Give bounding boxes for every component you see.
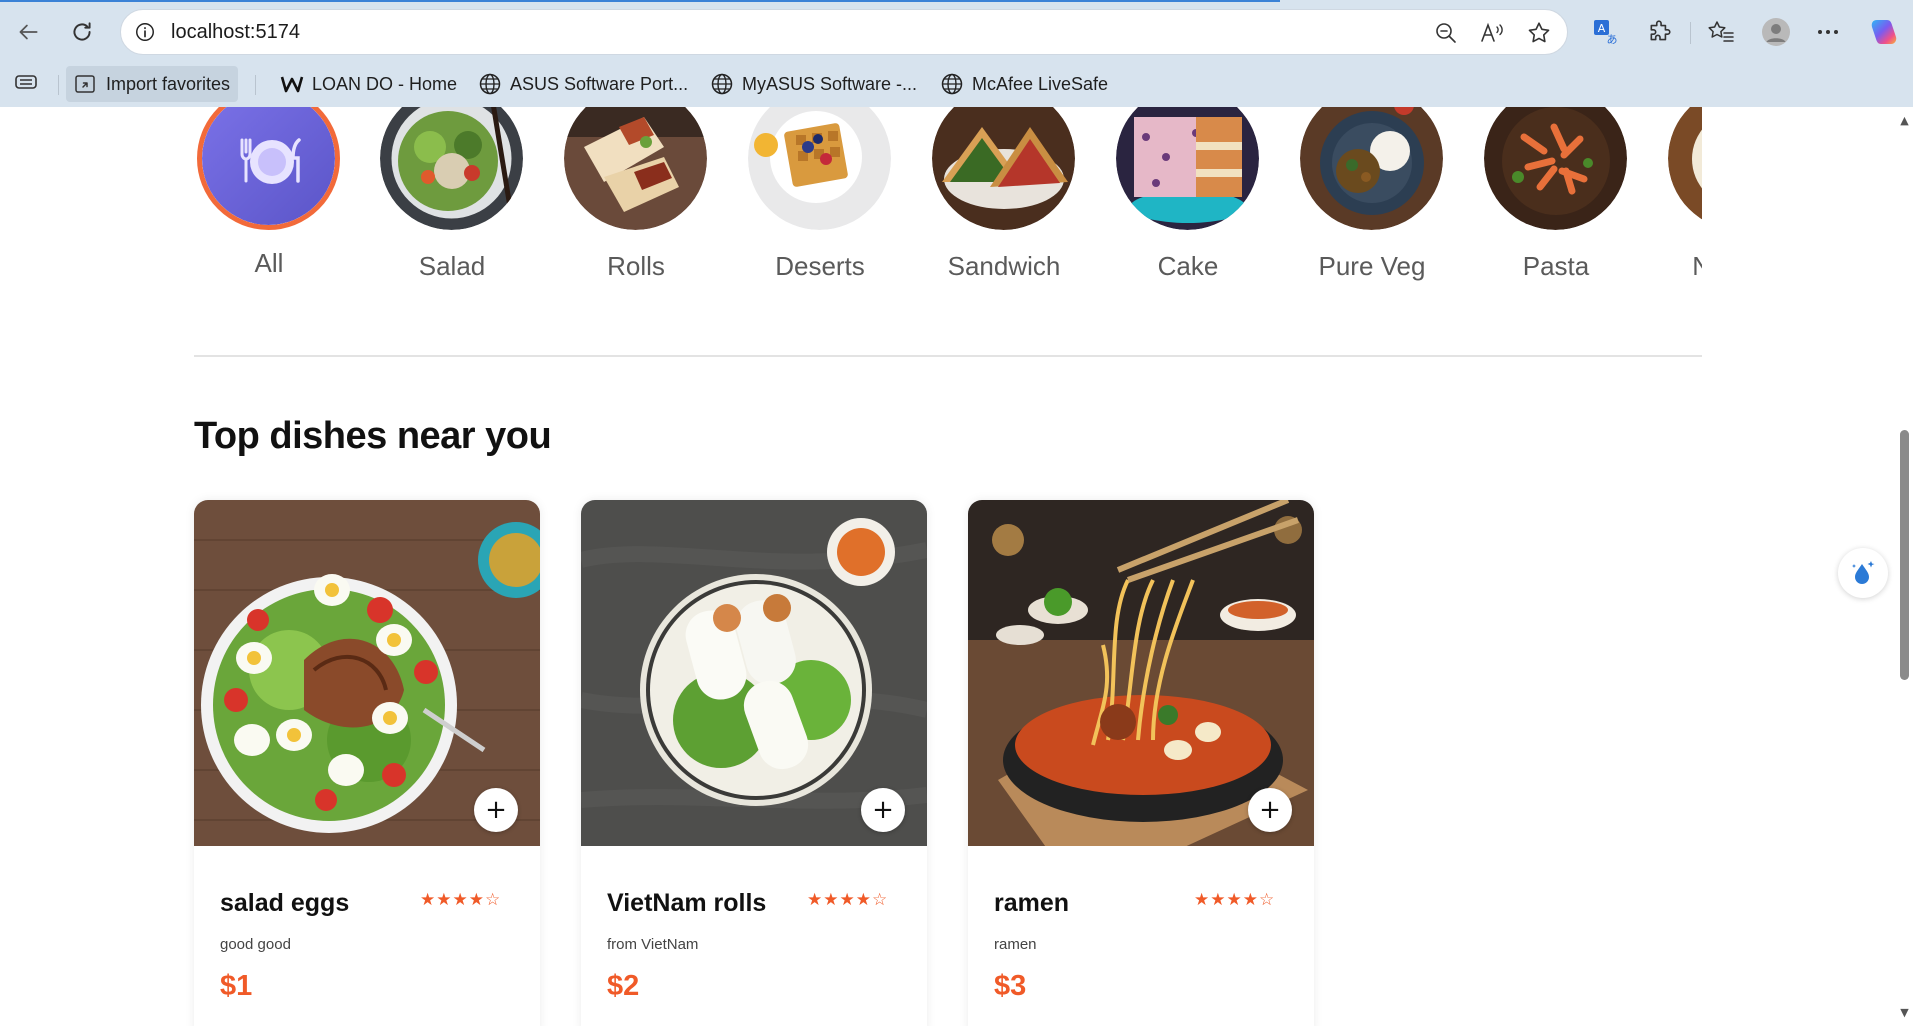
menu-label: Cake	[1157, 251, 1219, 281]
menu-label: Pure Veg	[1318, 251, 1426, 281]
reload-icon	[73, 22, 91, 41]
menu-label: Sandwich	[947, 251, 1061, 281]
favorite-star-icon[interactable]	[1526, 20, 1552, 46]
rating-stars-icon: ★★★★☆	[420, 890, 502, 910]
extensions-icon[interactable]	[1644, 16, 1676, 48]
copilot-icon[interactable]	[1868, 16, 1900, 48]
add-to-cart-button[interactable]: +	[1248, 788, 1292, 832]
food-description: ramen	[994, 936, 1037, 953]
favbar-separator	[255, 75, 256, 95]
reload-button[interactable]	[64, 14, 100, 50]
menu-image-all	[197, 107, 340, 230]
scrollbar-thumb[interactable]	[1900, 430, 1909, 680]
sandwich-image	[932, 107, 1075, 230]
sparkle-drop-icon	[1852, 561, 1875, 584]
sidebar-assistant-button[interactable]	[1838, 548, 1888, 598]
menu-label: Noodles	[1692, 251, 1702, 281]
noodles-image	[1668, 107, 1702, 230]
menu-label: Pasta	[1522, 251, 1590, 281]
fav-mcafee-livesafe[interactable]: McAfee LiveSafe	[932, 66, 1116, 102]
section-title: Top dishes near you	[194, 415, 552, 457]
food-description: good good	[220, 936, 291, 953]
food-card[interactable]: + ramen ★★★★☆ ramen $3	[968, 500, 1314, 1026]
svg-text:A: A	[1598, 22, 1606, 35]
more-options-icon[interactable]	[1812, 16, 1844, 48]
address-bar[interactable]: localhost:5174	[120, 9, 1568, 55]
rating-stars-icon: ★★★★☆	[807, 890, 889, 910]
add-to-cart-button[interactable]: +	[474, 788, 518, 832]
explore-menu-list: All Salad Rolls Deserts Sandwich Cake Pu…	[194, 107, 1702, 307]
import-favorites-icon	[75, 75, 95, 93]
food-price: $2	[607, 970, 640, 1002]
fav-label: ASUS Software Port...	[510, 73, 689, 94]
menu-label: All	[254, 248, 284, 278]
food-card[interactable]: + salad eggs ★★★★☆ good good $1	[194, 500, 540, 1026]
pure-veg-image	[1300, 107, 1443, 230]
cake-image	[1116, 107, 1259, 230]
scroll-down-arrow-icon[interactable]: ▼	[1899, 1007, 1910, 1018]
url-text[interactable]: localhost:5174	[171, 21, 300, 44]
globe-icon	[941, 73, 963, 95]
tab-actions-icon[interactable]	[10, 66, 42, 98]
rolls-image	[564, 107, 707, 230]
globe-icon	[479, 73, 501, 95]
zoom-out-icon[interactable]	[1433, 20, 1459, 46]
w-logo-icon	[280, 76, 304, 93]
scroll-up-arrow-icon[interactable]: ▲	[1899, 115, 1910, 126]
food-price: $3	[994, 970, 1027, 1002]
add-to-cart-button[interactable]: +	[861, 788, 905, 832]
browser-toolbar: localhost:5174 Aあ	[0, 0, 1913, 64]
menu-label: Salad	[418, 251, 486, 281]
fav-label: MyASUS Software -...	[742, 73, 918, 94]
page-viewport: All Salad Rolls Deserts Sandwich Cake Pu…	[0, 107, 1913, 1026]
back-button[interactable]	[10, 14, 46, 50]
translate-icon[interactable]: Aあ	[1590, 16, 1622, 48]
fav-label: McAfee LiveSafe	[972, 73, 1109, 94]
profile-avatar-icon[interactable]	[1760, 16, 1792, 48]
food-price: $1	[220, 970, 253, 1002]
fav-import-favorites[interactable]: Import favorites	[66, 66, 239, 102]
food-card[interactable]: + VietNam rolls ★★★★☆ from VietNam $2	[581, 500, 927, 1026]
pasta-image	[1484, 107, 1627, 230]
fav-myasus-software[interactable]: MyASUS Software -...	[702, 66, 925, 102]
favorites-bar: Import favorites LOAN DO - Home ASUS Sof…	[0, 64, 1913, 107]
salad-image	[380, 107, 523, 230]
toolbar-separator	[1690, 22, 1691, 44]
svg-text:あ: あ	[1607, 33, 1618, 46]
menu-label: Deserts	[775, 251, 865, 281]
section-divider	[194, 355, 1702, 357]
menu-label: Rolls	[607, 251, 665, 281]
fav-asus-software-portal[interactable]: ASUS Software Port...	[470, 66, 696, 102]
fav-label: Import favorites	[106, 73, 231, 94]
favbar-separator	[58, 75, 59, 95]
read-aloud-icon[interactable]	[1479, 20, 1505, 46]
rating-stars-icon: ★★★★☆	[1194, 890, 1276, 910]
globe-icon	[711, 73, 733, 95]
site-info-icon[interactable]	[133, 20, 157, 44]
fav-loan-do-home[interactable]: LOAN DO - Home	[272, 66, 465, 102]
fav-label: LOAN DO - Home	[312, 73, 458, 94]
deserts-image	[748, 107, 891, 230]
browser-chrome: localhost:5174 Aあ Import favorites LOAN …	[0, 0, 1913, 107]
collections-icon[interactable]	[1705, 16, 1737, 48]
food-name: salad eggs	[220, 889, 350, 917]
food-description: from VietNam	[607, 936, 699, 953]
food-name: VietNam rolls	[607, 889, 767, 917]
page-scrollbar[interactable]: ▲ ▼	[1896, 107, 1913, 1026]
back-arrow-icon	[19, 24, 38, 40]
food-name: ramen	[994, 889, 1070, 917]
